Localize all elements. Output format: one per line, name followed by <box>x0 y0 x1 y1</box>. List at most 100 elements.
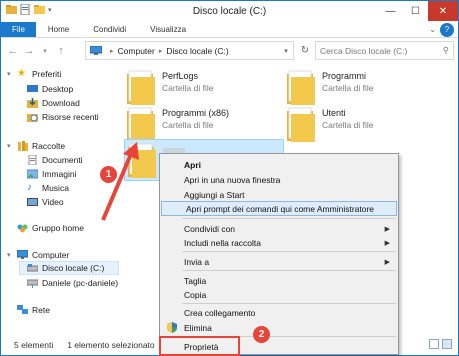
nav-documents[interactable]: Documenti <box>27 153 83 167</box>
window-controls: — ☐ ✕ <box>378 1 458 21</box>
folder-item[interactable]: Programmi (x86) Cartella di file <box>126 105 229 143</box>
up-icon[interactable]: ↑ <box>53 43 69 59</box>
homegroup-icon <box>17 224 28 233</box>
music-icon: ♪ <box>27 182 32 193</box>
menu-separator <box>182 270 396 271</box>
tab-home[interactable]: Home <box>36 22 81 37</box>
libraries-icon <box>18 141 28 151</box>
menu-separator <box>182 303 396 304</box>
folder-icon <box>287 107 315 142</box>
minimize-button[interactable]: — <box>378 1 403 21</box>
folder-item[interactable]: Utenti Cartella di file <box>286 105 374 143</box>
network-drive-icon <box>27 279 38 288</box>
annotation-highlight-box <box>159 336 240 356</box>
nav-libraries[interactable]: ▾ Raccolte <box>7 139 65 153</box>
back-icon[interactable]: ← <box>5 43 21 59</box>
folder-item[interactable]: Programmi Cartella di file <box>286 68 374 106</box>
nav-favorites[interactable]: ▾ ★ Preferiti <box>7 67 61 81</box>
menu-separator <box>182 218 396 219</box>
nav-pictures[interactable]: Immagini <box>27 167 76 181</box>
nav-network-drive[interactable]: Daniele (pc-daniele) <box>27 276 118 290</box>
folder-item[interactable]: PerfLogs Cartella di file <box>126 68 214 106</box>
nav-network[interactable]: Rete <box>7 303 50 317</box>
address-row: ← → ▾ ↑ ▸ Computer ▸ Disco locale (C:) ▾… <box>1 39 458 63</box>
nav-videos[interactable]: Video <box>27 195 64 209</box>
submenu-arrow-icon: ▶ <box>384 239 390 247</box>
recent-locations-icon[interactable]: ▾ <box>37 43 53 59</box>
view-switcher <box>429 339 452 349</box>
menu-item-share-with[interactable]: Condividi con ▶ <box>160 221 398 236</box>
refresh-icon[interactable]: ↻ <box>298 41 312 60</box>
folder-type: Cartella di file <box>162 83 214 93</box>
recent-places-icon <box>27 114 38 122</box>
desktop-icon <box>27 85 38 92</box>
documents-icon <box>28 155 37 165</box>
download-icon <box>27 98 38 108</box>
maximize-button[interactable]: ☐ <box>403 1 428 21</box>
computer-icon <box>17 250 28 259</box>
menu-item-delete[interactable]: Elimina <box>160 320 398 335</box>
expand-ribbon-icon[interactable]: ⌄ <box>429 22 436 37</box>
network-icon <box>17 305 28 314</box>
folder-name: Programmi <box>322 71 367 81</box>
tab-share[interactable]: Condividi <box>81 22 138 37</box>
nav-computer[interactable]: ▾ Computer <box>7 248 69 262</box>
nav-download[interactable]: Download <box>27 96 80 110</box>
menu-item-cut[interactable]: Taglia <box>160 273 398 288</box>
menu-item-open-new-window[interactable]: Apri in una nuova finestra <box>160 172 398 187</box>
nav-homegroup[interactable]: Gruppo home <box>7 221 84 235</box>
expand-icon[interactable]: ▾ <box>7 251 17 259</box>
menu-item-open[interactable]: Apri <box>160 157 398 172</box>
breadcrumb-separator-icon: ▸ <box>110 47 114 55</box>
videos-icon <box>27 198 38 206</box>
folder-icon <box>287 70 315 105</box>
nav-recent[interactable]: Risorse recenti <box>27 110 99 124</box>
folder-type: Cartella di file <box>322 83 374 93</box>
uac-shield-icon <box>167 322 177 333</box>
menu-separator <box>182 251 396 252</box>
drive-icon <box>27 264 38 272</box>
folder-name: PerfLogs <box>162 71 199 81</box>
annotation-step-1-badge: 1 <box>100 166 117 183</box>
context-menu: Apri Apri in una nuova finestra Aggiungi… <box>159 153 399 355</box>
computer-icon <box>90 45 102 55</box>
breadcrumb-drive[interactable]: Disco locale (C:) <box>166 46 228 56</box>
folder-name: Programmi (x86) <box>162 108 230 118</box>
expand-icon[interactable]: ▾ <box>7 142 17 150</box>
menu-item-create-shortcut[interactable]: Crea collegamento <box>160 305 398 320</box>
title-bar: ▾ Disco locale (C:) — ☐ ✕ <box>1 1 458 22</box>
close-button[interactable]: ✕ <box>428 1 458 21</box>
nav-desktop[interactable]: Desktop <box>27 82 73 96</box>
breadcrumb-separator-icon: ▸ <box>158 47 163 55</box>
annotation-arrow-icon <box>101 142 139 221</box>
search-placeholder: Cerca Disco locale (C:) <box>320 45 408 56</box>
search-icon[interactable]: ⚲ <box>443 45 449 56</box>
search-input[interactable]: Cerca Disco locale (C:) ⚲ <box>315 41 454 60</box>
large-icons-view-icon[interactable] <box>442 339 452 349</box>
submenu-arrow-icon: ▶ <box>384 258 390 266</box>
address-bar[interactable]: ▸ Computer ▸ Disco locale (C:) ▾ <box>85 41 294 60</box>
expand-icon[interactable]: ▾ <box>7 70 17 78</box>
nav-music[interactable]: ♪ Musica <box>27 181 69 195</box>
details-view-icon[interactable] <box>429 339 439 349</box>
menu-item-include-library[interactable]: Includi nella raccolta ▶ <box>160 235 398 250</box>
menu-item-open-cmd-admin[interactable]: Apri prompt dei comandi qui come Amminis… <box>161 201 397 216</box>
star-icon: ★ <box>17 68 26 79</box>
address-dropdown-icon[interactable]: ▾ <box>279 47 293 55</box>
folder-icon <box>127 107 155 142</box>
item-count: 5 elementi <box>14 339 54 350</box>
breadcrumb-computer[interactable]: Computer <box>118 46 155 56</box>
menu-item-send-to[interactable]: Invia a ▶ <box>160 254 398 269</box>
forward-icon[interactable]: → <box>21 43 37 59</box>
folder-type: Cartella di file <box>162 120 214 130</box>
nav-local-disk-c[interactable]: Disco locale (C:) <box>19 261 119 275</box>
menu-item-pin-start[interactable]: Aggiungi a Start <box>160 187 398 202</box>
tab-view[interactable]: Visualizza <box>138 22 198 37</box>
menu-item-copy[interactable]: Copia <box>160 287 398 302</box>
help-button[interactable]: ? <box>440 23 454 37</box>
tab-file[interactable]: File <box>1 22 36 37</box>
ribbon-tabs: File Home Condividi Visualizza ⌄ ? <box>1 22 458 38</box>
folder-name: Utenti <box>322 108 346 118</box>
submenu-arrow-icon: ▶ <box>384 225 390 233</box>
pictures-icon <box>27 169 38 179</box>
